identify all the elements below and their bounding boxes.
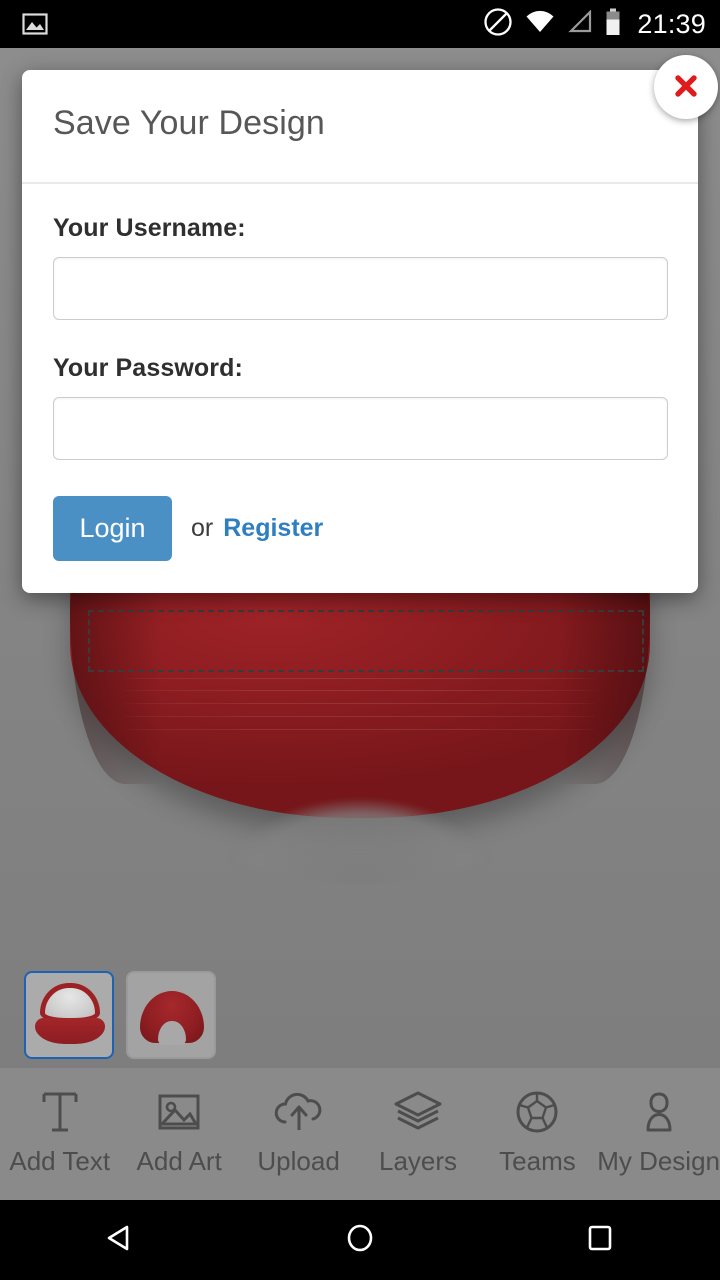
modal-header: Save Your Design (22, 70, 698, 184)
status-time: 21:39 (637, 9, 706, 39)
toolbar-item-layers[interactable]: Layers (358, 1068, 477, 1200)
toolbar-label: Add Text (9, 1146, 111, 1176)
toolbar-label: Layers (379, 1146, 458, 1176)
back-triangle-icon (102, 1220, 138, 1261)
toolbar-label: Teams (499, 1146, 576, 1176)
android-nav-bar (0, 1200, 720, 1280)
cap-bottom-notch (200, 764, 520, 884)
toolbar-item-my-design[interactable]: My Design (597, 1068, 720, 1200)
layers-icon (390, 1084, 446, 1140)
close-button[interactable] (654, 55, 718, 119)
cap-front-brim (35, 1018, 105, 1044)
home-circle-icon (342, 1220, 378, 1261)
person-icon (633, 1084, 685, 1140)
nav-back-button[interactable] (60, 1200, 180, 1280)
modal-body: Your Username: Your Password: Login or R… (22, 184, 698, 561)
bottom-toolbar: Add Text Add Art Upload Layers Teams My … (0, 1068, 720, 1200)
or-separator-text: or (191, 514, 214, 542)
toolbar-item-add-text[interactable]: Add Text (0, 1068, 119, 1200)
cap-stitch-line (122, 703, 598, 704)
wifi-icon (525, 10, 555, 39)
nav-home-button[interactable] (300, 1200, 420, 1280)
view-thumbnail-strip (0, 965, 720, 1065)
page-title: Save Your Design (53, 104, 325, 142)
cap-stitch-line (122, 678, 598, 679)
cap-stitch-line (122, 729, 598, 730)
thumbnail-cap-back-view[interactable] (126, 971, 216, 1059)
phone-screen: 21:39 Add Text Add Art Upload Layers Tea… (0, 0, 720, 1280)
design-selection-outline[interactable] (88, 610, 644, 672)
toolbar-label: Upload (257, 1146, 340, 1176)
cap-front-crown (40, 983, 100, 1023)
modal-actions: Login or Register (53, 496, 667, 561)
battery-icon (605, 8, 621, 41)
notification-image-icon (22, 11, 48, 37)
cap-stitch-line (122, 690, 598, 691)
status-bar: 21:39 (0, 0, 720, 48)
cloud-upload-icon (271, 1084, 327, 1140)
toolbar-item-add-art[interactable]: Add Art (119, 1068, 238, 1200)
status-icons: 21:39 (483, 0, 706, 48)
image-icon (153, 1084, 205, 1140)
register-link[interactable]: Register (223, 514, 323, 543)
username-label: Your Username: (53, 214, 246, 242)
nav-recents-button[interactable] (540, 1200, 660, 1280)
toolbar-item-upload[interactable]: Upload (239, 1068, 358, 1200)
toolbar-label: My Design (597, 1146, 720, 1176)
close-x-icon (671, 71, 701, 104)
toolbar-item-teams[interactable]: Teams (478, 1068, 597, 1200)
cap-stitch-line (122, 716, 598, 717)
do-not-disturb-icon (483, 7, 513, 42)
toolbar-label: Add Art (136, 1146, 222, 1176)
text-icon (34, 1084, 86, 1140)
login-button[interactable]: Login (53, 496, 172, 561)
password-input[interactable] (53, 397, 668, 460)
soccer-ball-icon (511, 1084, 563, 1140)
save-design-modal: Save Your Design Your Username: Your Pas… (22, 55, 718, 593)
thumbnail-cap-front-view[interactable] (24, 971, 114, 1059)
password-label: Your Password: (53, 354, 243, 382)
recents-square-icon (582, 1220, 618, 1261)
signal-icon (567, 8, 593, 39)
username-input[interactable] (53, 257, 668, 320)
